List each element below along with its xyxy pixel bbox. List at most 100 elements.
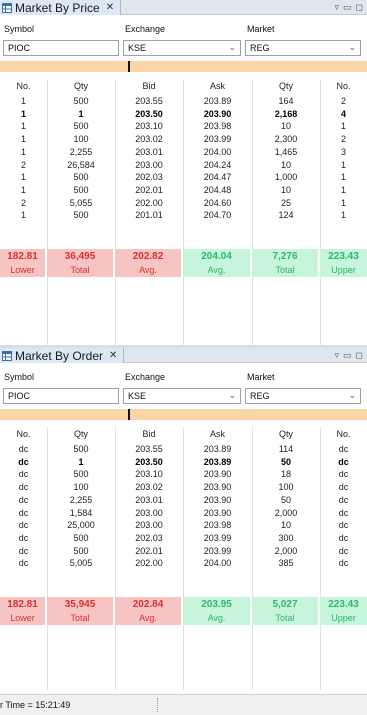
table-cell: 500 xyxy=(73,172,89,183)
table-cell: 201.01 xyxy=(135,210,163,221)
table-cell: 1 xyxy=(20,172,26,183)
table-row[interactable]: 1 500 202.03 204.47 1,000 1 xyxy=(0,171,367,183)
price-range-bar xyxy=(0,61,367,72)
symbol-value: PIOC xyxy=(8,391,31,401)
chevron-down-icon[interactable]: ⌄ xyxy=(348,390,356,401)
table-cell: dc xyxy=(18,469,29,480)
table-cell: 114 xyxy=(278,444,294,454)
panel-tab[interactable]: Market By Order ✕ xyxy=(0,348,125,363)
summary-value: 7,276 xyxy=(272,251,298,262)
chevron-down-icon[interactable]: ⌄ xyxy=(228,42,236,53)
table-row[interactable]: dc 500 203.55 203.89 114 dc xyxy=(0,443,367,455)
market-select[interactable]: REG ⌄ xyxy=(245,40,361,56)
column-header[interactable]: Qty xyxy=(47,80,115,92)
exchange-select[interactable]: KSE ⌄ xyxy=(123,40,241,56)
summary-value: 202.82 xyxy=(132,251,164,262)
summary-label: Avg. xyxy=(139,265,157,275)
view-menu-icon[interactable]: ▿ xyxy=(334,350,339,361)
table-row[interactable]: 1 2,255 203.01 204.00 1,465 3 xyxy=(0,146,367,158)
column-header[interactable]: No. xyxy=(320,428,367,440)
chevron-down-icon[interactable]: ⌄ xyxy=(228,390,236,401)
table-row[interactable]: dc 1 203.50 203.89 50 dc xyxy=(0,456,367,468)
summary-label: Avg. xyxy=(139,613,157,623)
table-row[interactable]: 1 1 203.50 203.90 2,168 4 xyxy=(0,108,367,120)
table-cell: 1 xyxy=(340,184,346,195)
table-cell: 300 xyxy=(278,532,294,543)
table-cell: 203.89 xyxy=(203,456,232,467)
table-row[interactable]: 2 5,055 202.00 204.60 25 1 xyxy=(0,197,367,209)
column-header[interactable]: No. xyxy=(0,80,47,92)
minimize-icon[interactable]: ▭ xyxy=(343,2,352,13)
summary-cell: 202.82 Avg. xyxy=(115,249,181,277)
column-header[interactable]: Bid xyxy=(115,80,183,92)
table-row[interactable]: dc 5,005 202.00 204.00 385 dc xyxy=(0,557,367,569)
window-controls: ▿ ▭ ◻ xyxy=(334,350,363,361)
close-icon[interactable]: ✕ xyxy=(109,350,117,361)
column-header[interactable]: No. xyxy=(0,428,47,440)
maximize-icon[interactable]: ◻ xyxy=(356,350,363,361)
table-cell: 18 xyxy=(280,469,291,480)
table-row[interactable]: 1 500 202.01 204.48 10 1 xyxy=(0,184,367,196)
table-row[interactable]: dc 1,584 203.00 203.90 2,000 dc xyxy=(0,507,367,519)
table-cell: 2,000 xyxy=(274,545,298,556)
minimize-icon[interactable]: ▭ xyxy=(343,350,352,361)
table-cell: 25,000 xyxy=(67,520,95,531)
table-cell: 2 xyxy=(20,197,26,208)
market-select[interactable]: REG ⌄ xyxy=(245,388,361,404)
table-cell: 204.47 xyxy=(203,172,232,183)
summary-value: 35,945 xyxy=(64,599,96,610)
panel-title-bar: Market By Price ✕ ▿ ▭ ◻ xyxy=(0,0,367,15)
summary-label: Avg. xyxy=(207,613,226,623)
price-range-bar xyxy=(0,409,367,420)
column-header[interactable]: Qty xyxy=(252,80,320,92)
table-cell: 1 xyxy=(20,184,26,195)
market-table-icon xyxy=(2,350,12,361)
table-cell: 1 xyxy=(78,108,84,119)
table-row[interactable]: dc 500 203.10 203.90 18 dc xyxy=(0,468,367,480)
table-row[interactable]: 1 100 203.02 203.99 2,300 2 xyxy=(0,133,367,145)
table-row[interactable]: dc 2,255 203.01 203.90 50 dc xyxy=(0,494,367,506)
table-cell: 2 xyxy=(340,96,346,106)
panel-title: Market By Price xyxy=(15,0,100,15)
table-cell: 3 xyxy=(340,146,346,157)
panel-title: Market By Order xyxy=(15,348,104,363)
exchange-label: Exchange xyxy=(125,24,166,34)
maximize-icon[interactable]: ◻ xyxy=(356,2,363,13)
summary-label: Lower xyxy=(10,265,35,275)
price-cursor-marker[interactable] xyxy=(128,61,130,72)
summary-cell: 223.43 Upper xyxy=(320,249,367,277)
table-cell: dc xyxy=(338,532,349,543)
column-header[interactable]: Ask xyxy=(183,428,252,440)
panel-tab[interactable]: Market By Price ✕ xyxy=(0,0,122,15)
table-row[interactable]: 1 500 203.55 203.89 164 2 xyxy=(0,95,367,107)
summary-cell: 182.81 Lower xyxy=(0,249,45,277)
close-icon[interactable]: ✕ xyxy=(106,2,114,13)
column-header[interactable]: Qty xyxy=(47,428,115,440)
exchange-select[interactable]: KSE ⌄ xyxy=(123,388,241,404)
chevron-down-icon[interactable]: ⌄ xyxy=(348,42,356,53)
symbol-label: Symbol xyxy=(4,24,35,34)
status-separator xyxy=(157,698,158,712)
price-cursor-marker[interactable] xyxy=(128,409,130,420)
summary-value: 182.81 xyxy=(7,599,38,610)
table-cell: 1 xyxy=(340,172,346,183)
view-menu-icon[interactable]: ▿ xyxy=(334,2,339,13)
symbol-input[interactable]: PIOC xyxy=(3,388,119,404)
table-row[interactable]: 1 500 201.01 204.70 124 1 xyxy=(0,209,367,221)
symbol-input[interactable]: PIOC xyxy=(3,40,119,56)
table-cell: 204.70 xyxy=(203,210,232,221)
table-row[interactable]: dc 500 202.03 203.99 300 dc xyxy=(0,532,367,544)
column-header[interactable]: Ask xyxy=(183,80,252,92)
table-row[interactable]: 1 500 203.10 203.98 10 1 xyxy=(0,120,367,132)
table-row[interactable]: dc 100 203.02 203.90 100 dc xyxy=(0,481,367,493)
column-header[interactable]: No. xyxy=(320,80,367,92)
exchange-value: KSE xyxy=(128,391,147,401)
table-row[interactable]: dc 500 202.01 203.99 2,000 dc xyxy=(0,545,367,557)
table-row[interactable]: dc 25,000 203.00 203.98 10 dc xyxy=(0,519,367,531)
column-header[interactable]: Qty xyxy=(252,428,320,440)
column-header[interactable]: Bid xyxy=(115,428,183,440)
table-row[interactable]: 2 26,584 203.00 204.24 10 1 xyxy=(0,159,367,171)
table-cell: 50 xyxy=(280,456,291,467)
summary-label: Upper xyxy=(331,265,356,275)
summary-row: 182.81 Lower 35,945 Total 202.84 Avg. 203.95 Av… xyxy=(0,597,367,625)
